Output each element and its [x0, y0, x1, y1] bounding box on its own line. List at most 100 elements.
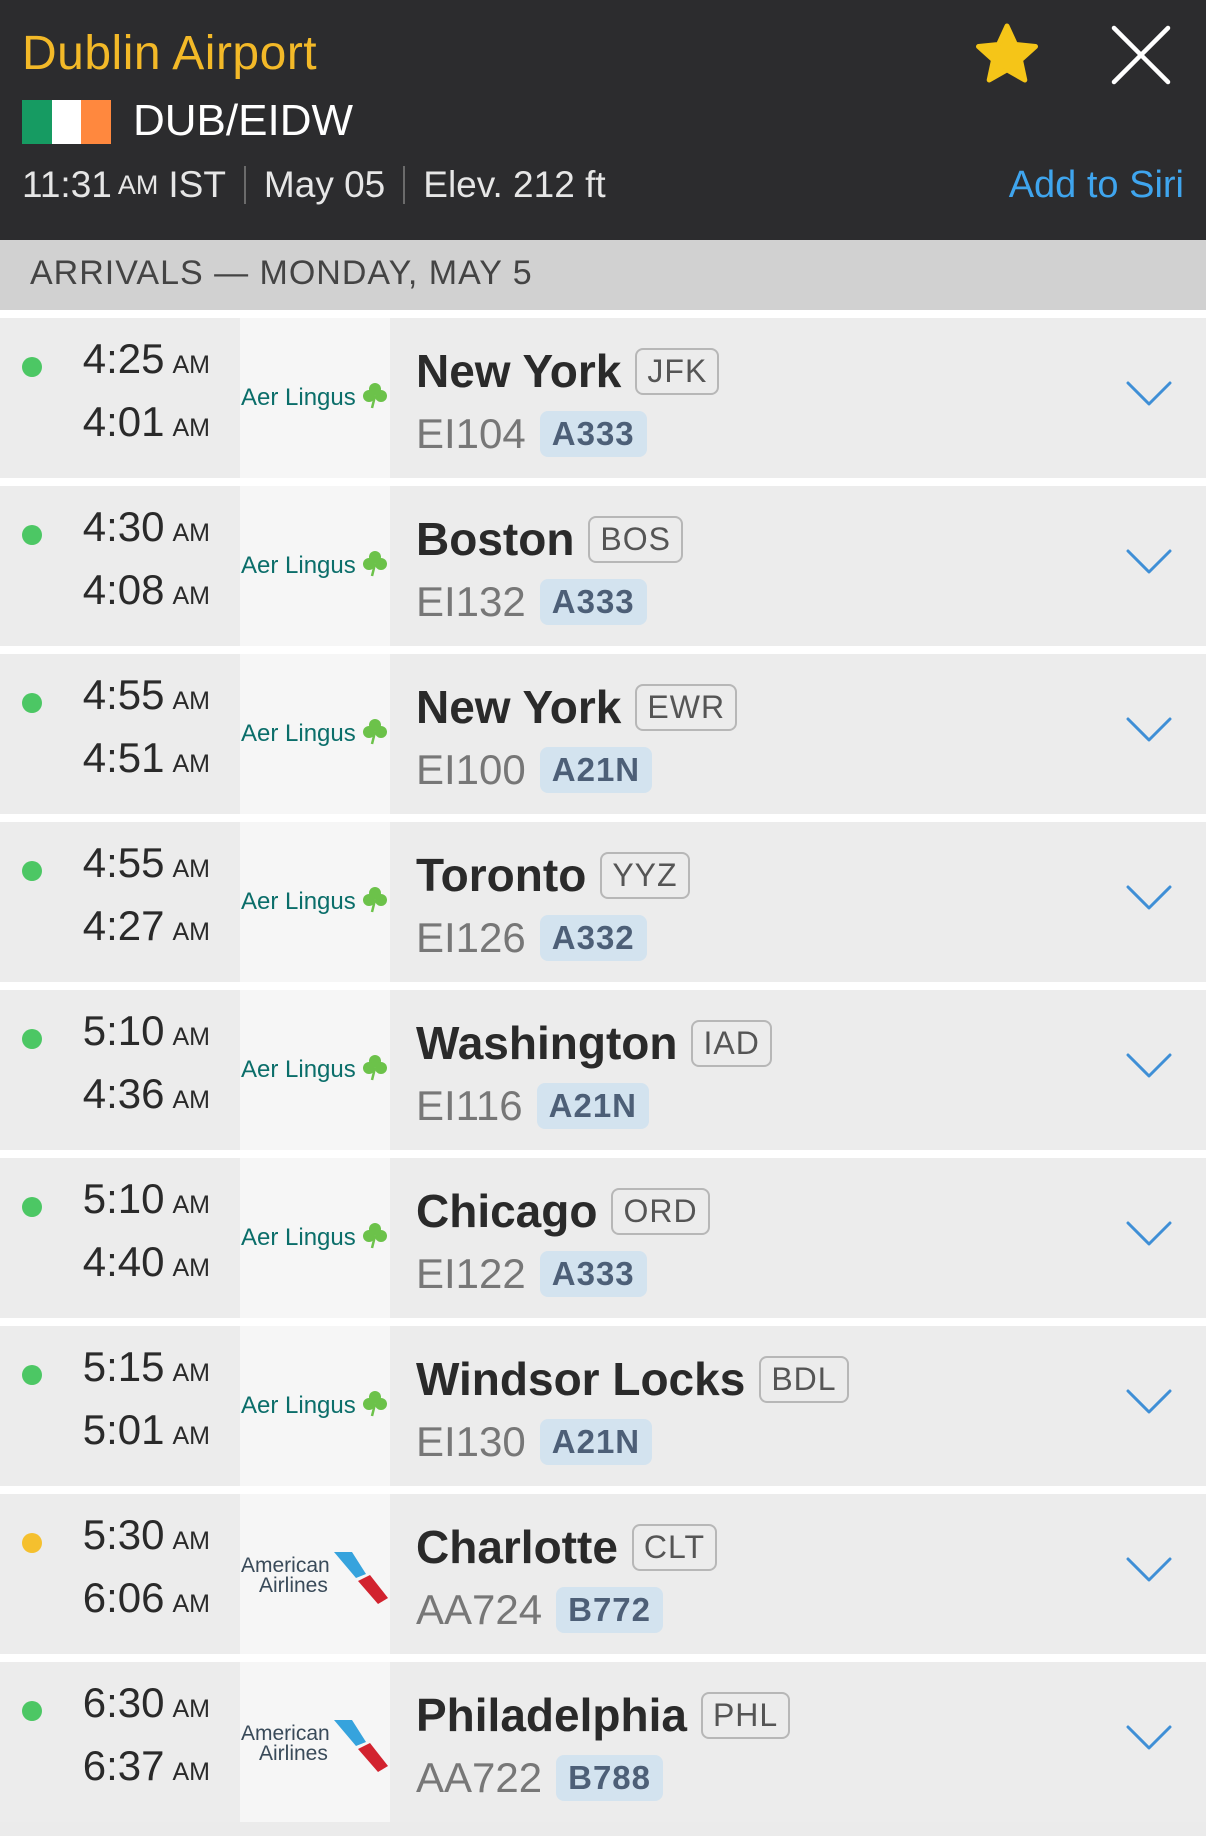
- origin-iata-badge: EWR: [635, 683, 738, 731]
- aircraft-badge: A332: [539, 915, 647, 961]
- airline-logo: American Airlines: [240, 1662, 390, 1822]
- chevron-down-icon[interactable]: [1126, 381, 1172, 407]
- flight-row[interactable]: 5:10 AM 4:36 AM Aer Lingus Washington IAD …: [0, 982, 1206, 1150]
- airport-codes: DUB/EIDW: [133, 96, 353, 145]
- scheduled-time: 5:10 AM: [83, 1175, 210, 1223]
- estimated-time-ampm: AM: [172, 1086, 211, 1114]
- airport-header: Dublin Airport DUB/EIDW 11:31 AM IST May…: [0, 0, 1206, 240]
- origin-city: New York: [416, 345, 622, 397]
- origin-iata-badge: IAD: [691, 1019, 772, 1067]
- aircraft-badge: A21N: [539, 747, 653, 793]
- origin-iata-badge: ORD: [611, 1187, 710, 1235]
- origin-city: Windsor Locks: [416, 1353, 746, 1405]
- aircraft-badge: A333: [539, 1251, 647, 1297]
- origin-city: Chicago: [416, 1185, 598, 1237]
- estimated-time-ampm: AM: [172, 1254, 211, 1282]
- arrivals-list: 4:25 AM 4:01 AM Aer Lingus New York JFK EI…: [0, 310, 1206, 1822]
- estimated-time-ampm: AM: [172, 414, 211, 442]
- flight-line: EI122 A333: [416, 1250, 647, 1298]
- flight-row[interactable]: 4:30 AM 4:08 AM Aer Lingus Boston BOS EI13…: [0, 478, 1206, 646]
- scheduled-time-value: 4:55: [82, 671, 165, 718]
- origin-line: Philadelphia PHL: [416, 1688, 791, 1742]
- estimated-time: 4:40 AM: [83, 1238, 210, 1286]
- airline-logo: American Airlines: [240, 1494, 390, 1654]
- origin-line: Windsor Locks BDL: [416, 1352, 849, 1406]
- origin-city: Washington: [416, 1017, 678, 1069]
- scheduled-time-ampm: AM: [172, 1695, 211, 1723]
- origin-line: Chicago ORD: [416, 1184, 710, 1238]
- estimated-time-value: 4:40: [82, 1238, 165, 1285]
- chevron-down-icon[interactable]: [1126, 885, 1172, 911]
- times-column: 5:10 AM 4:36 AM: [0, 990, 240, 1150]
- origin-line: Washington IAD: [416, 1016, 772, 1070]
- scheduled-time-ampm: AM: [172, 687, 211, 715]
- wordmark-line: American: [241, 1554, 330, 1577]
- meta-divider: [243, 166, 246, 204]
- chevron-down-icon[interactable]: [1126, 1557, 1172, 1583]
- scheduled-time-ampm: AM: [172, 519, 211, 547]
- scheduled-time: 4:25 AM: [83, 335, 210, 383]
- estimated-time-value: 5:01: [82, 1406, 165, 1453]
- scheduled-time-value: 5:30: [82, 1511, 165, 1558]
- estimated-time-value: 4:01: [82, 398, 165, 445]
- chevron-down-icon[interactable]: [1126, 1053, 1172, 1079]
- chevron-down-icon[interactable]: [1126, 1221, 1172, 1247]
- add-to-siri-link[interactable]: Add to Siri: [1009, 164, 1184, 207]
- origin-city: Charlotte: [416, 1521, 618, 1573]
- shamrock-icon: [363, 1055, 387, 1081]
- status-dot: [22, 525, 42, 545]
- close-icon[interactable]: [1110, 24, 1172, 86]
- chevron-down-icon[interactable]: [1126, 1389, 1172, 1415]
- flight-row[interactable]: 5:30 AM 6:06 AM American Airlines Charlotte…: [0, 1486, 1206, 1654]
- scheduled-time-value: 5:15: [82, 1343, 165, 1390]
- estimated-time: 4:51 AM: [83, 734, 210, 782]
- origin-line: New York JFK: [416, 344, 720, 398]
- origin-line: New York EWR: [416, 680, 738, 734]
- favorite-star-icon[interactable]: [974, 22, 1040, 88]
- airline-logo: Aer Lingus: [240, 1158, 390, 1318]
- chevron-down-icon[interactable]: [1126, 549, 1172, 575]
- timezone: IST: [168, 164, 226, 205]
- times-column: 6:30 AM 6:37 AM: [0, 1662, 240, 1822]
- aircraft-badge: B788: [556, 1755, 663, 1801]
- flag-stripe-orange: [81, 100, 112, 144]
- flight-row[interactable]: 4:55 AM 4:51 AM Aer Lingus New York EWR EI…: [0, 646, 1206, 814]
- flight-row[interactable]: 6:30 AM 6:37 AM American Airlines Philadelp…: [0, 1654, 1206, 1822]
- flight-line: EI100 A21N: [416, 746, 653, 794]
- flight-row[interactable]: 5:10 AM 4:40 AM Aer Lingus Chicago ORD EI1…: [0, 1150, 1206, 1318]
- flight-row[interactable]: 5:15 AM 5:01 AM Aer Lingus Windsor Locks B…: [0, 1318, 1206, 1486]
- flight-number: EI100: [416, 746, 526, 793]
- chevron-down-icon[interactable]: [1126, 1725, 1172, 1751]
- times-column: 4:30 AM 4:08 AM: [0, 486, 240, 646]
- times-column: 5:30 AM 6:06 AM: [0, 1494, 240, 1654]
- flight-row[interactable]: 4:55 AM 4:27 AM Aer Lingus Toronto YYZ EI1…: [0, 814, 1206, 982]
- airline-logo: Aer Lingus: [240, 318, 390, 478]
- scheduled-time: 4:55 AM: [83, 671, 210, 719]
- flight-row[interactable]: 4:25 AM 4:01 AM Aer Lingus New York JFK EI…: [0, 310, 1206, 478]
- scheduled-time: 5:30 AM: [83, 1511, 210, 1559]
- flight-line: AA722 B788: [416, 1754, 663, 1802]
- status-dot: [22, 1365, 42, 1385]
- chevron-down-icon[interactable]: [1126, 717, 1172, 743]
- airline-logo: Aer Lingus: [240, 990, 390, 1150]
- aer-lingus-wordmark: Aer Lingus: [241, 1392, 356, 1419]
- flight-line: AA724 B772: [416, 1586, 663, 1634]
- origin-city: Boston: [416, 513, 575, 565]
- status-dot: [22, 1029, 42, 1049]
- estimated-time: 6:06 AM: [83, 1574, 210, 1622]
- flight-number: EI122: [416, 1250, 526, 1297]
- shamrock-icon: [363, 719, 387, 745]
- status-dot: [22, 1197, 42, 1217]
- scheduled-time-value: 5:10: [82, 1007, 165, 1054]
- elevation: Elev. 212 ft: [423, 164, 606, 205]
- aer-lingus-wordmark: Aer Lingus: [241, 720, 356, 747]
- flight-line: EI130 A21N: [416, 1418, 653, 1466]
- aer-lingus-wordmark: Aer Lingus: [241, 1224, 356, 1251]
- origin-line: Boston BOS: [416, 512, 683, 566]
- airline-logo: Aer Lingus: [240, 654, 390, 814]
- times-column: 4:25 AM 4:01 AM: [0, 318, 240, 478]
- scheduled-time-value: 4:55: [82, 839, 165, 886]
- estimated-time: 4:01 AM: [83, 398, 210, 446]
- scheduled-time-ampm: AM: [172, 1527, 211, 1555]
- estimated-time-value: 4:08: [82, 566, 165, 613]
